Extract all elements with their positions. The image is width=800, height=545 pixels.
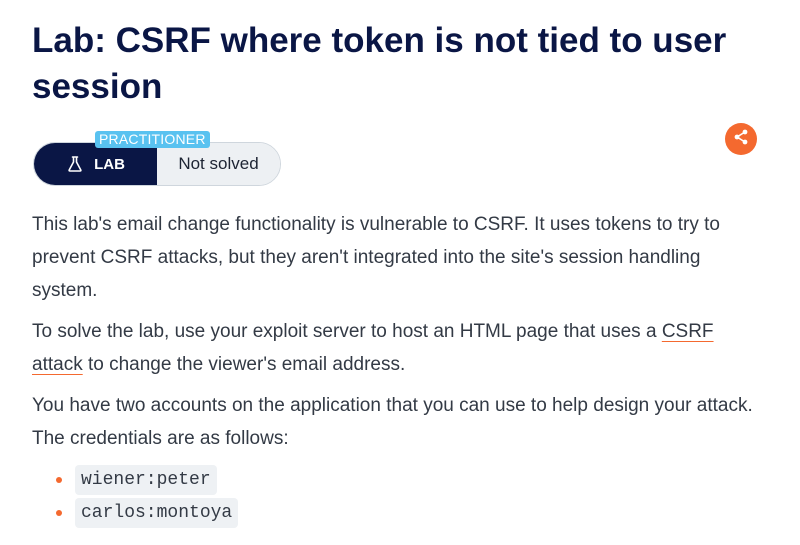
- list-item: wiener:peter: [32, 463, 762, 496]
- credential-code: wiener:peter: [75, 464, 217, 495]
- paragraph-2-text-end: to change the viewer's email address.: [82, 354, 406, 375]
- paragraph-2-text-start: To solve the lab, use your exploit serve…: [32, 321, 662, 342]
- list-item: carlos:montoya: [32, 496, 762, 529]
- bullet-icon: [56, 476, 62, 483]
- page-title: Lab: CSRF where token is not tied to use…: [32, 21, 727, 106]
- lab-page: Lab: CSRF where token is not tied to use…: [0, 0, 800, 545]
- credential-code: carlos:montoya: [75, 497, 239, 528]
- share-icon: [732, 128, 750, 151]
- solve-status: Not solved: [157, 143, 280, 185]
- lab-status-widget: PRACTITIONER LAB Not solved: [33, 131, 283, 186]
- share-button[interactable]: [725, 123, 757, 155]
- level-tag: PRACTITIONER: [95, 131, 210, 148]
- lab-status-pill: LAB Not solved: [33, 142, 281, 186]
- lab-type-badge: LAB: [34, 143, 157, 185]
- description-paragraph-2: To solve the lab, use your exploit serve…: [32, 315, 762, 381]
- bullet-icon: [56, 509, 62, 516]
- description-paragraph-3: You have two accounts on the application…: [32, 395, 753, 449]
- description-paragraph-1: This lab's email change functionality is…: [32, 214, 720, 301]
- flask-icon: [66, 155, 84, 173]
- lab-type-label: LAB: [94, 155, 125, 173]
- credentials-list: wiener:peter carlos:montoya: [32, 463, 762, 529]
- lab-description: This lab's email change functionality is…: [32, 208, 762, 529]
